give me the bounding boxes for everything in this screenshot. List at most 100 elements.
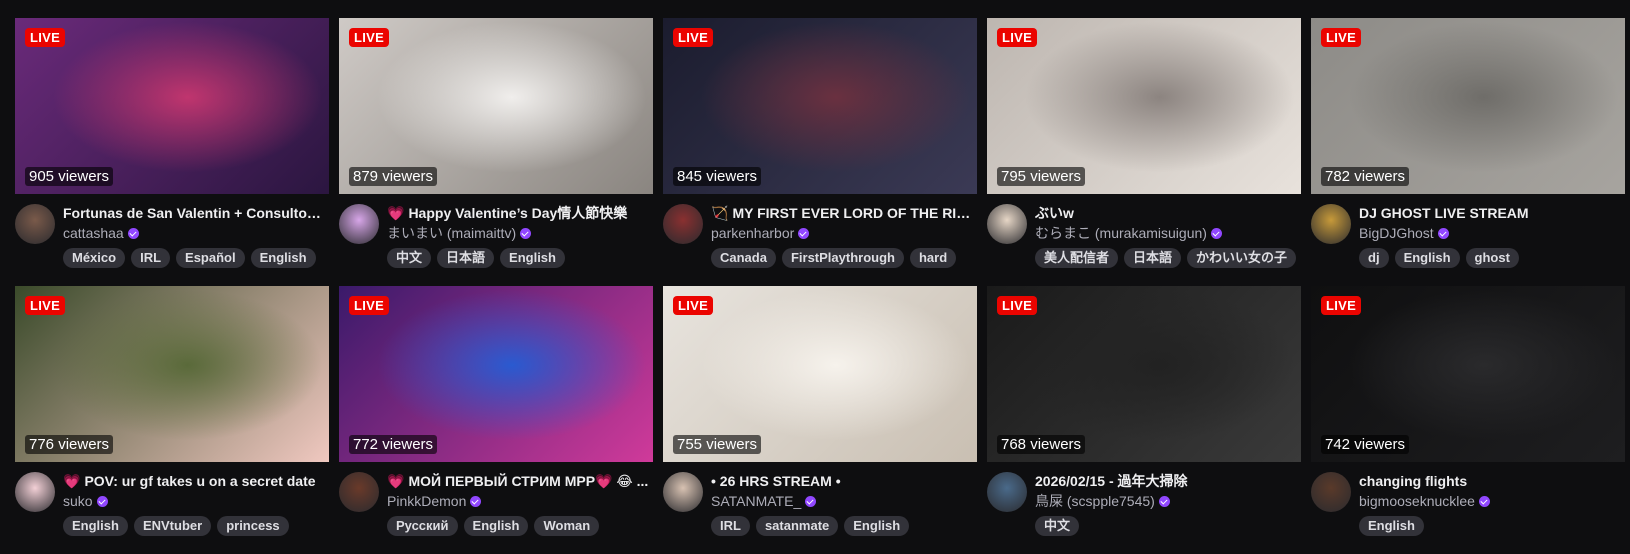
tag-pill[interactable]: satanmate xyxy=(755,516,839,536)
stream-meta: 🏹 MY FIRST EVER LORD OF THE RINGS parkenh… xyxy=(663,204,977,268)
stream-thumbnail[interactable]: LIVE 755 viewers xyxy=(663,286,977,462)
stream-title-text: DJ GHOST LIVE STREAM xyxy=(1359,205,1529,221)
tag-pill[interactable]: English xyxy=(250,248,316,268)
stream-title-text: МОЙ ПЕРВЫЙ СТРИМ МРР💗 😂 ... xyxy=(408,473,649,489)
channel-avatar[interactable] xyxy=(15,204,55,244)
channel-avatar[interactable] xyxy=(339,204,379,244)
tag-pill[interactable]: English xyxy=(463,516,529,536)
channel-name-link[interactable]: suko xyxy=(63,491,325,511)
live-badge: LIVE xyxy=(673,28,714,47)
stream-card: LIVE 795 viewers ぶいw むらまこ (murakamisuigu… xyxy=(987,18,1301,286)
stream-thumbnail[interactable]: LIVE 768 viewers xyxy=(987,286,1301,462)
channel-name: BigDJGhost xyxy=(1359,225,1434,241)
channel-avatar[interactable] xyxy=(987,472,1027,512)
stream-title[interactable]: Fortunas de San Valentin + Consultorio a… xyxy=(63,204,325,222)
stream-thumbnail[interactable]: LIVE 776 viewers xyxy=(15,286,329,462)
tag-pill[interactable]: hard xyxy=(909,248,957,268)
tag-list: IRL satanmate English xyxy=(711,516,973,536)
title-emoji: 🏹 xyxy=(711,205,729,221)
tag-pill[interactable]: Español xyxy=(176,248,245,268)
stream-title[interactable]: 💗 МОЙ ПЕРВЫЙ СТРИМ МРР💗 😂 ... xyxy=(387,472,649,490)
channel-avatar[interactable] xyxy=(1311,472,1351,512)
channel-name-link[interactable]: 鳥屎 (scspple7545) xyxy=(1035,491,1297,511)
tag-list: México IRL Español English xyxy=(63,248,325,268)
stream-title[interactable]: DJ GHOST LIVE STREAM xyxy=(1359,204,1621,222)
stream-title-text: POV: ur gf takes u on a secret date xyxy=(84,473,316,489)
stream-thumbnail[interactable]: LIVE 845 viewers xyxy=(663,18,977,194)
stream-card: LIVE 742 viewers changing flights bigmoo… xyxy=(1311,286,1625,554)
stream-title[interactable]: 2026/02/15 - 過年大掃除 xyxy=(1035,472,1297,490)
stream-title[interactable]: 💗 Happy Valentine’s Day情人節快樂 xyxy=(387,204,649,222)
stream-info: 2026/02/15 - 過年大掃除 鳥屎 (scspple7545) 中文 xyxy=(1035,472,1297,536)
channel-name-link[interactable]: BigDJGhost xyxy=(1359,223,1621,243)
tag-pill[interactable]: IRL xyxy=(131,248,171,268)
channel-avatar[interactable] xyxy=(987,204,1027,244)
channel-name: PinkkDemon xyxy=(387,493,467,509)
tag-pill[interactable]: Woman xyxy=(534,516,600,536)
channel-name-link[interactable]: PinkkDemon xyxy=(387,491,649,511)
tag-pill[interactable]: 中文 xyxy=(387,248,432,268)
tag-pill[interactable]: dj xyxy=(1359,248,1389,268)
stream-info: ぶいw むらまこ (murakamisuigun) 美人配信者 日本語 かわいい女の… xyxy=(1035,204,1297,268)
tag-pill[interactable]: FirstPlaythrough xyxy=(781,248,904,268)
stream-thumbnail[interactable]: LIVE 742 viewers xyxy=(1311,286,1625,462)
channel-avatar[interactable] xyxy=(663,204,703,244)
viewer-count: 905 viewers xyxy=(25,167,114,186)
tag-pill[interactable]: ghost xyxy=(1465,248,1519,268)
channel-name-link[interactable]: まいまい (maimaittv) xyxy=(387,223,649,243)
channel-name: 鳥屎 (scspple7545) xyxy=(1035,493,1155,509)
stream-meta: 💗 Happy Valentine’s Day情人節快樂 まいまい (maimai… xyxy=(339,204,653,268)
tag-pill[interactable]: 日本語 xyxy=(1124,248,1182,268)
channel-name-link[interactable]: parkenharbor xyxy=(711,223,973,243)
live-badge: LIVE xyxy=(997,296,1038,315)
stream-info: 💗 Happy Valentine’s Day情人節快樂 まいまい (maimai… xyxy=(387,204,649,268)
tag-pill[interactable]: 日本語 xyxy=(437,248,495,268)
channel-name-link[interactable]: むらまこ (murakamisuigun) xyxy=(1035,223,1297,243)
tag-pill[interactable]: México xyxy=(63,248,126,268)
channel-avatar[interactable] xyxy=(339,472,379,512)
tag-pill[interactable]: 中文 xyxy=(1035,516,1080,536)
stream-thumbnail[interactable]: LIVE 905 viewers xyxy=(15,18,329,194)
stream-title[interactable]: changing flights xyxy=(1359,472,1621,490)
stream-title[interactable]: 🏹 MY FIRST EVER LORD OF THE RINGS xyxy=(711,204,973,222)
stream-title[interactable]: ぶいw xyxy=(1035,204,1297,222)
channel-avatar[interactable] xyxy=(15,472,55,512)
stream-meta: ぶいw むらまこ (murakamisuigun) 美人配信者 日本語 かわいい女の… xyxy=(987,204,1301,268)
stream-title[interactable]: • 26 HRS STREAM • xyxy=(711,472,973,490)
channel-avatar[interactable] xyxy=(1311,204,1351,244)
stream-info: Fortunas de San Valentin + Consultorio a… xyxy=(63,204,325,268)
tag-pill[interactable]: ENVtuber xyxy=(133,516,212,536)
verified-icon xyxy=(1158,495,1170,507)
tag-pill[interactable]: English xyxy=(500,248,565,268)
tag-pill[interactable]: English xyxy=(1394,248,1460,268)
tag-list: 中文 xyxy=(1035,516,1297,536)
channel-name-link[interactable]: bigmooseknucklee xyxy=(1359,491,1621,511)
tag-pill[interactable]: IRL xyxy=(711,516,750,536)
live-badge: LIVE xyxy=(997,28,1038,47)
tag-pill[interactable]: English xyxy=(63,516,128,536)
tag-pill[interactable]: princess xyxy=(217,516,289,536)
stream-meta: changing flights bigmooseknucklee Englis… xyxy=(1311,472,1625,536)
verified-icon xyxy=(1210,227,1222,239)
channel-name-link[interactable]: cattashaa xyxy=(63,223,325,243)
tag-pill[interactable]: English xyxy=(844,516,910,536)
tag-list: Canada FirstPlaythrough hard xyxy=(711,248,973,268)
channel-avatar[interactable] xyxy=(663,472,703,512)
stream-info: 🏹 MY FIRST EVER LORD OF THE RINGS parkenh… xyxy=(711,204,973,268)
tag-pill[interactable]: Русский xyxy=(387,516,458,536)
stream-title[interactable]: 💗 POV: ur gf takes u on a secret date xyxy=(63,472,325,490)
tag-pill[interactable]: Canada xyxy=(711,248,776,268)
tag-pill[interactable]: English xyxy=(1359,516,1424,536)
stream-thumbnail[interactable]: LIVE 772 viewers xyxy=(339,286,653,462)
tag-pill[interactable]: かわいい女の子 xyxy=(1187,248,1297,268)
stream-thumbnail[interactable]: LIVE 782 viewers xyxy=(1311,18,1625,194)
verified-icon xyxy=(805,495,817,507)
stream-meta: 2026/02/15 - 過年大掃除 鳥屎 (scspple7545) 中文 xyxy=(987,472,1301,536)
tag-list: English xyxy=(1359,516,1621,536)
tag-pill[interactable]: 美人配信者 xyxy=(1035,248,1119,268)
channel-name-link[interactable]: SATANMATE_ xyxy=(711,491,973,511)
stream-thumbnail[interactable]: LIVE 879 viewers xyxy=(339,18,653,194)
stream-thumbnail[interactable]: LIVE 795 viewers xyxy=(987,18,1301,194)
viewer-count: 782 viewers xyxy=(1321,167,1410,186)
live-badge: LIVE xyxy=(349,28,390,47)
